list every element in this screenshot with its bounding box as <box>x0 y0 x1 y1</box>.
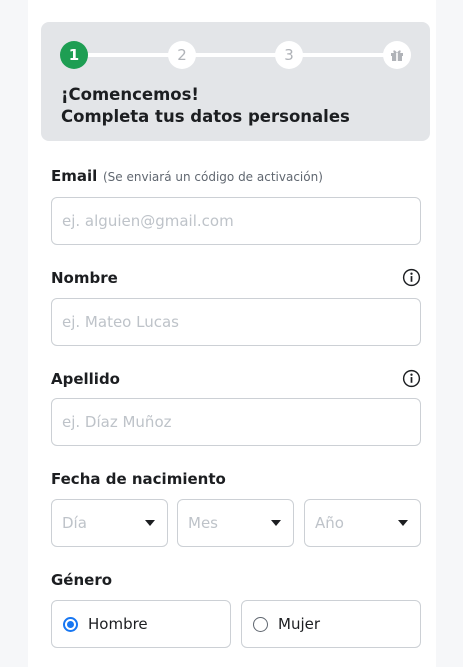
day-select-value: Día <box>62 514 87 532</box>
gender-label: Género <box>51 571 113 589</box>
caret-down-icon <box>271 520 281 526</box>
caret-down-icon <box>398 520 408 526</box>
stepper-card: 1 2 3 ¡Comencemos! Completa tus datos pe… <box>41 22 430 141</box>
radio-button-checked[interactable] <box>63 616 78 632</box>
first-name-input[interactable] <box>51 298 421 346</box>
gift-icon <box>391 50 403 61</box>
year-select-value: Año <box>315 514 344 532</box>
gender-option-mujer[interactable]: Mujer <box>241 600 421 648</box>
year-select[interactable]: Año <box>304 499 421 547</box>
info-icon[interactable] <box>402 268 421 287</box>
step-2: 2 <box>168 41 196 69</box>
step-3: 3 <box>275 41 303 69</box>
stepper-title-line1: ¡Comencemos! <box>61 85 199 104</box>
month-select-value: Mes <box>188 514 218 532</box>
last-name-label: Apellido <box>51 370 120 388</box>
gender-option-label: Hombre <box>88 615 148 633</box>
step-final <box>383 41 411 69</box>
email-input[interactable] <box>51 197 421 245</box>
last-name-input[interactable] <box>51 398 421 446</box>
first-name-label: Nombre <box>51 269 118 287</box>
day-select[interactable]: Día <box>51 499 168 547</box>
caret-down-icon <box>145 520 155 526</box>
gender-option-hombre[interactable]: Hombre <box>51 600 231 648</box>
email-hint: (Se enviará un código de activación) <box>103 170 323 184</box>
info-icon[interactable] <box>402 369 421 388</box>
stepper-track <box>88 53 406 57</box>
stepper-title-line2: Completa tus datos personales <box>61 107 350 126</box>
stepper-title: ¡Comencemos! Completa tus datos personal… <box>61 84 350 128</box>
birthdate-label: Fecha de nacimiento <box>51 470 226 488</box>
step-1: 1 <box>60 41 88 69</box>
gender-option-label: Mujer <box>278 615 321 633</box>
month-select[interactable]: Mes <box>177 499 294 547</box>
radio-button[interactable] <box>253 616 268 632</box>
email-label: Email <box>51 167 98 185</box>
